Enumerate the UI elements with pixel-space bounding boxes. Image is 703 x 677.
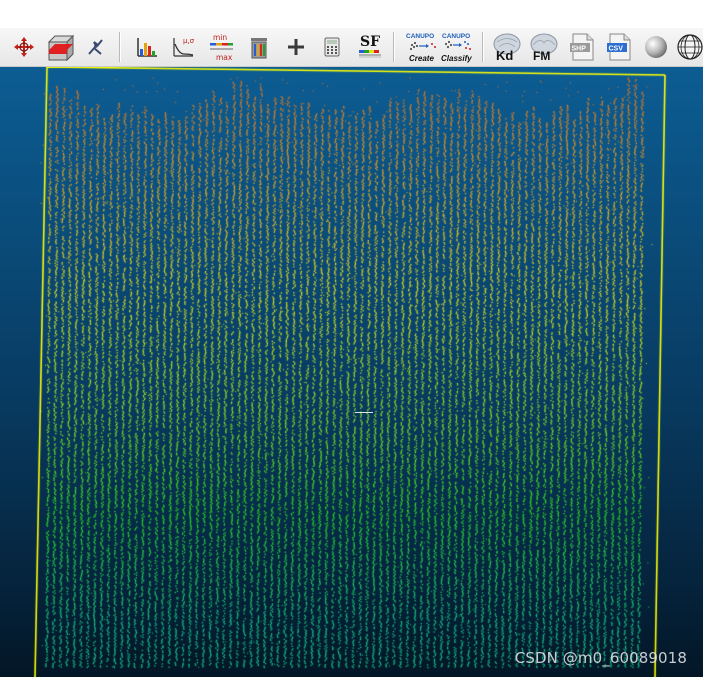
kd-tree-button[interactable]: Kd xyxy=(491,31,523,63)
point-cloud xyxy=(0,67,703,677)
shp-file-button[interactable]: SHP xyxy=(566,31,598,63)
shp-label: SHP xyxy=(572,46,587,53)
add-constant-sf-button[interactable] xyxy=(280,31,312,63)
sphere-button[interactable] xyxy=(640,31,672,63)
globe-icon xyxy=(676,33,703,61)
fast-marching-button[interactable]: FM xyxy=(528,31,560,63)
canupo-create-icon: CANUPO Create xyxy=(404,31,440,63)
toolbar-separator xyxy=(119,32,120,62)
cross-section-button[interactable] xyxy=(44,31,76,63)
sphere-icon xyxy=(643,34,669,60)
min-label: min xyxy=(213,33,227,42)
delete-scalar-field-button[interactable] xyxy=(243,31,275,63)
canupo-classify-button[interactable]: CANUPO Classify xyxy=(440,31,476,63)
fit-distribution-button[interactable]: μ,σ xyxy=(167,31,199,63)
canupo-classify-bottom-label: Classify xyxy=(441,54,472,63)
title-strip xyxy=(0,0,703,28)
max-label: max xyxy=(216,53,233,62)
pivot-marker xyxy=(355,412,373,413)
min-max-filter-icon: min max xyxy=(206,32,236,62)
canupo-create-bottom-label: Create xyxy=(409,54,434,63)
min-max-filter-button[interactable]: min max xyxy=(205,31,237,63)
translate-rotate-icon xyxy=(12,35,36,59)
point-picking-button[interactable] xyxy=(80,31,112,63)
csv-file-button[interactable]: CSV xyxy=(603,31,635,63)
fit-distribution-icon: μ,σ xyxy=(170,34,196,60)
add-constant-sf-icon xyxy=(286,37,306,57)
histogram-button[interactable] xyxy=(131,31,163,63)
histogram-icon xyxy=(135,35,159,59)
kd-label: Kd xyxy=(496,48,513,63)
point-picking-icon xyxy=(85,36,107,58)
canupo-classify-icon: CANUPO Classify xyxy=(440,31,476,63)
scalar-field-button[interactable]: SF xyxy=(354,31,386,63)
toolbar-separator xyxy=(393,32,394,62)
shp-file-icon: SHP xyxy=(568,32,596,62)
canupo-create-button[interactable]: CANUPO Create xyxy=(404,31,440,63)
calculator-button[interactable] xyxy=(316,31,348,63)
globe-button[interactable] xyxy=(674,31,703,63)
watermark: CSDN @m0_60089018 xyxy=(514,649,687,667)
fast-marching-icon: FM xyxy=(528,31,560,63)
cross-section-box-icon xyxy=(45,32,75,62)
fm-label: FM xyxy=(533,49,550,63)
main-toolbar: μ,σ min max SF CANUPO Create CANUPO Clas… xyxy=(0,28,703,67)
scalar-field-icon: SF xyxy=(355,32,385,62)
csv-file-icon: CSV xyxy=(605,32,633,62)
canupo-classify-top-label: CANUPO xyxy=(442,33,470,40)
3d-viewport[interactable]: CSDN @m0_60089018 xyxy=(0,67,703,677)
distribution-label: μ,σ xyxy=(183,37,195,45)
delete-scalar-field-icon xyxy=(247,34,271,60)
sf-label: SF xyxy=(360,34,380,50)
toolbar-separator xyxy=(482,32,483,62)
app-window: μ,σ min max SF CANUPO Create CANUPO Clas… xyxy=(0,0,703,677)
kd-tree-icon: Kd xyxy=(491,31,523,63)
canupo-create-top-label: CANUPO xyxy=(406,33,434,40)
csv-label: CSV xyxy=(609,46,624,53)
translate-rotate-button[interactable] xyxy=(8,31,40,63)
calculator-icon xyxy=(322,36,342,58)
